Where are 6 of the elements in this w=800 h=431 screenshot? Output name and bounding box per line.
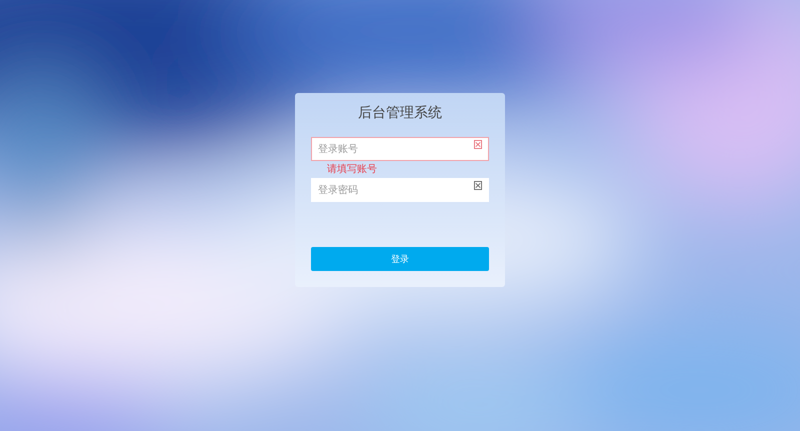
broken-image-icon [474,140,482,149]
input-field[interactable]: 登录账号 [311,137,489,161]
broken-image-icon [474,181,482,190]
login-title: 后台管理系统 [357,104,443,123]
login-button[interactable]: 登录 [311,247,489,271]
error-message: 请填写账号 [327,164,377,175]
